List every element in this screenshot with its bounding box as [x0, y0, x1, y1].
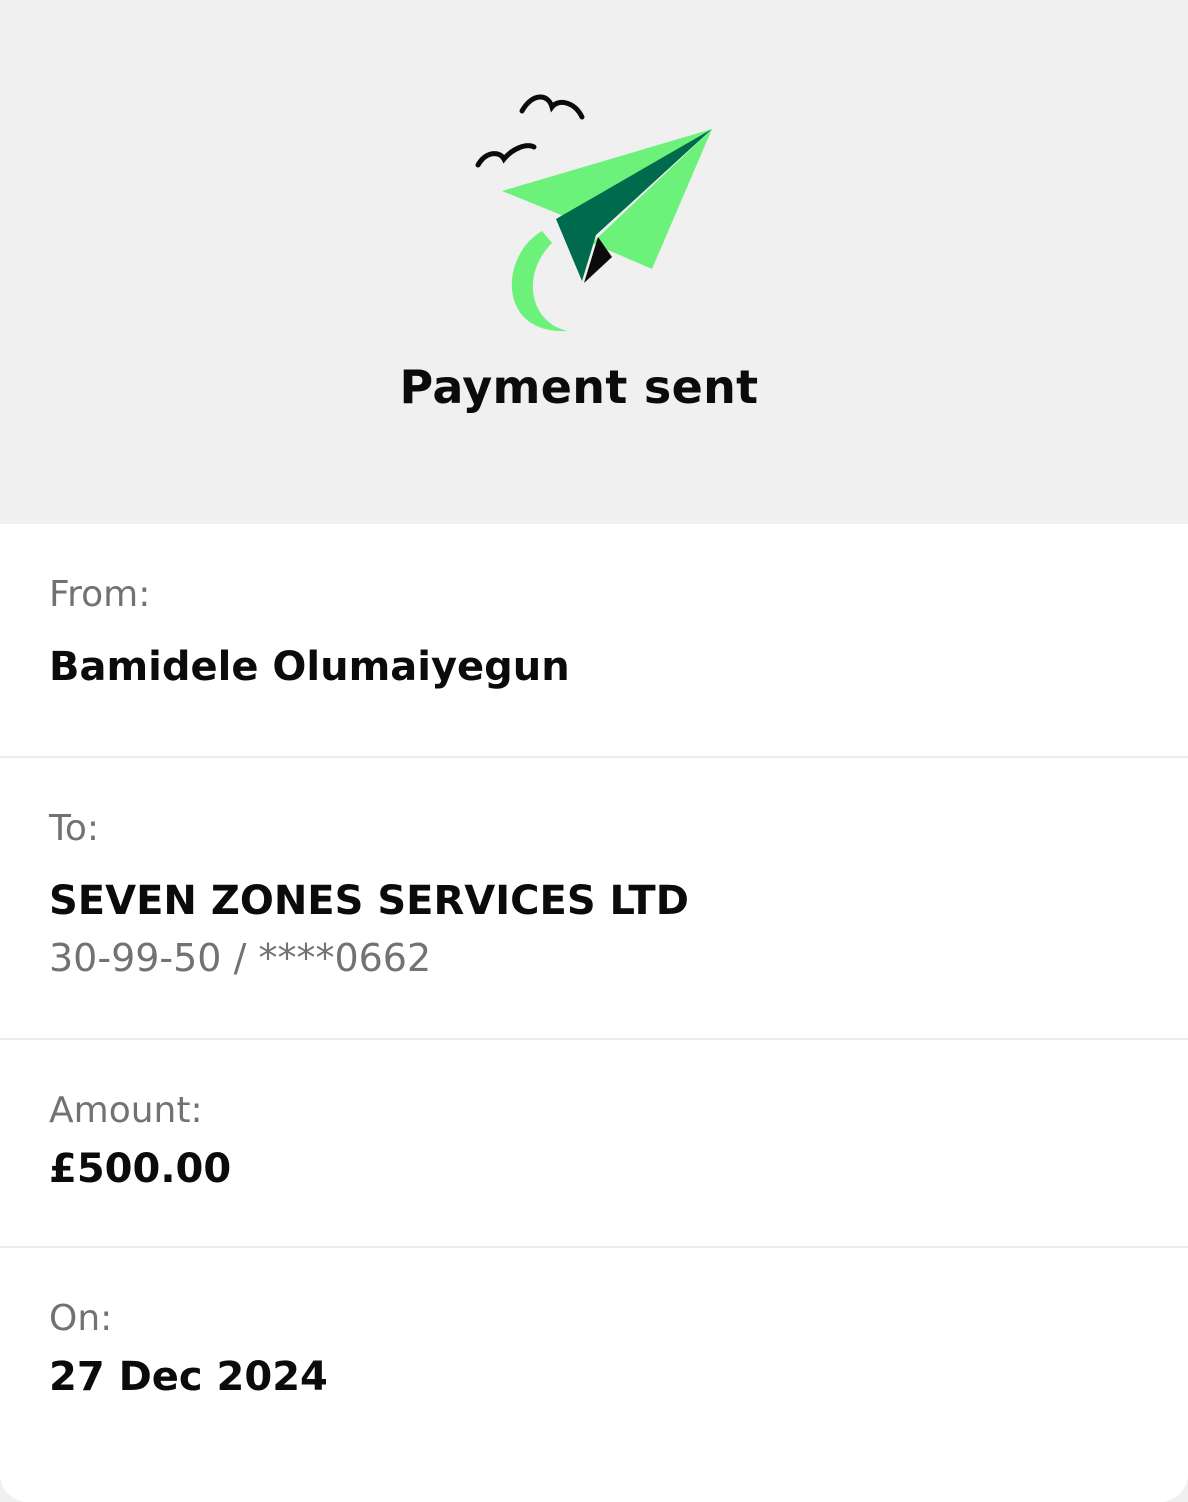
- from-value: Bamidele Olumaiyegun: [49, 644, 570, 690]
- to-label: To:: [49, 808, 100, 849]
- from-section: From: Bamidele Olumaiyegun: [0, 524, 1188, 758]
- date-section: On: 27 Dec 2024: [0, 1248, 1188, 1502]
- amount-label: Amount:: [49, 1090, 203, 1131]
- trail-swoosh: [511, 231, 568, 332]
- page-title: Payment sent: [399, 360, 759, 414]
- payment-confirmation-screen: Payment sent From: Bamidele Olumaiyegun …: [0, 0, 1188, 1502]
- date-label: On:: [49, 1298, 113, 1339]
- date-value: 27 Dec 2024: [49, 1354, 328, 1400]
- to-account-number: 30-99-50 / ****0662: [49, 936, 432, 980]
- payment-details-card: From: Bamidele Olumaiyegun To: SEVEN ZON…: [0, 524, 1188, 1502]
- bird-icon: [475, 143, 537, 168]
- to-section: To: SEVEN ZONES SERVICES LTD 30-99-50 / …: [0, 758, 1188, 1040]
- amount-section: Amount: £500.00: [0, 1040, 1188, 1248]
- amount-value: £500.00: [49, 1146, 232, 1192]
- from-label: From:: [49, 574, 151, 615]
- to-value: SEVEN ZONES SERVICES LTD: [49, 878, 689, 924]
- bird-icon: [519, 94, 585, 120]
- header: Payment sent: [0, 0, 1188, 524]
- paper-plane-icon: [475, 94, 712, 332]
